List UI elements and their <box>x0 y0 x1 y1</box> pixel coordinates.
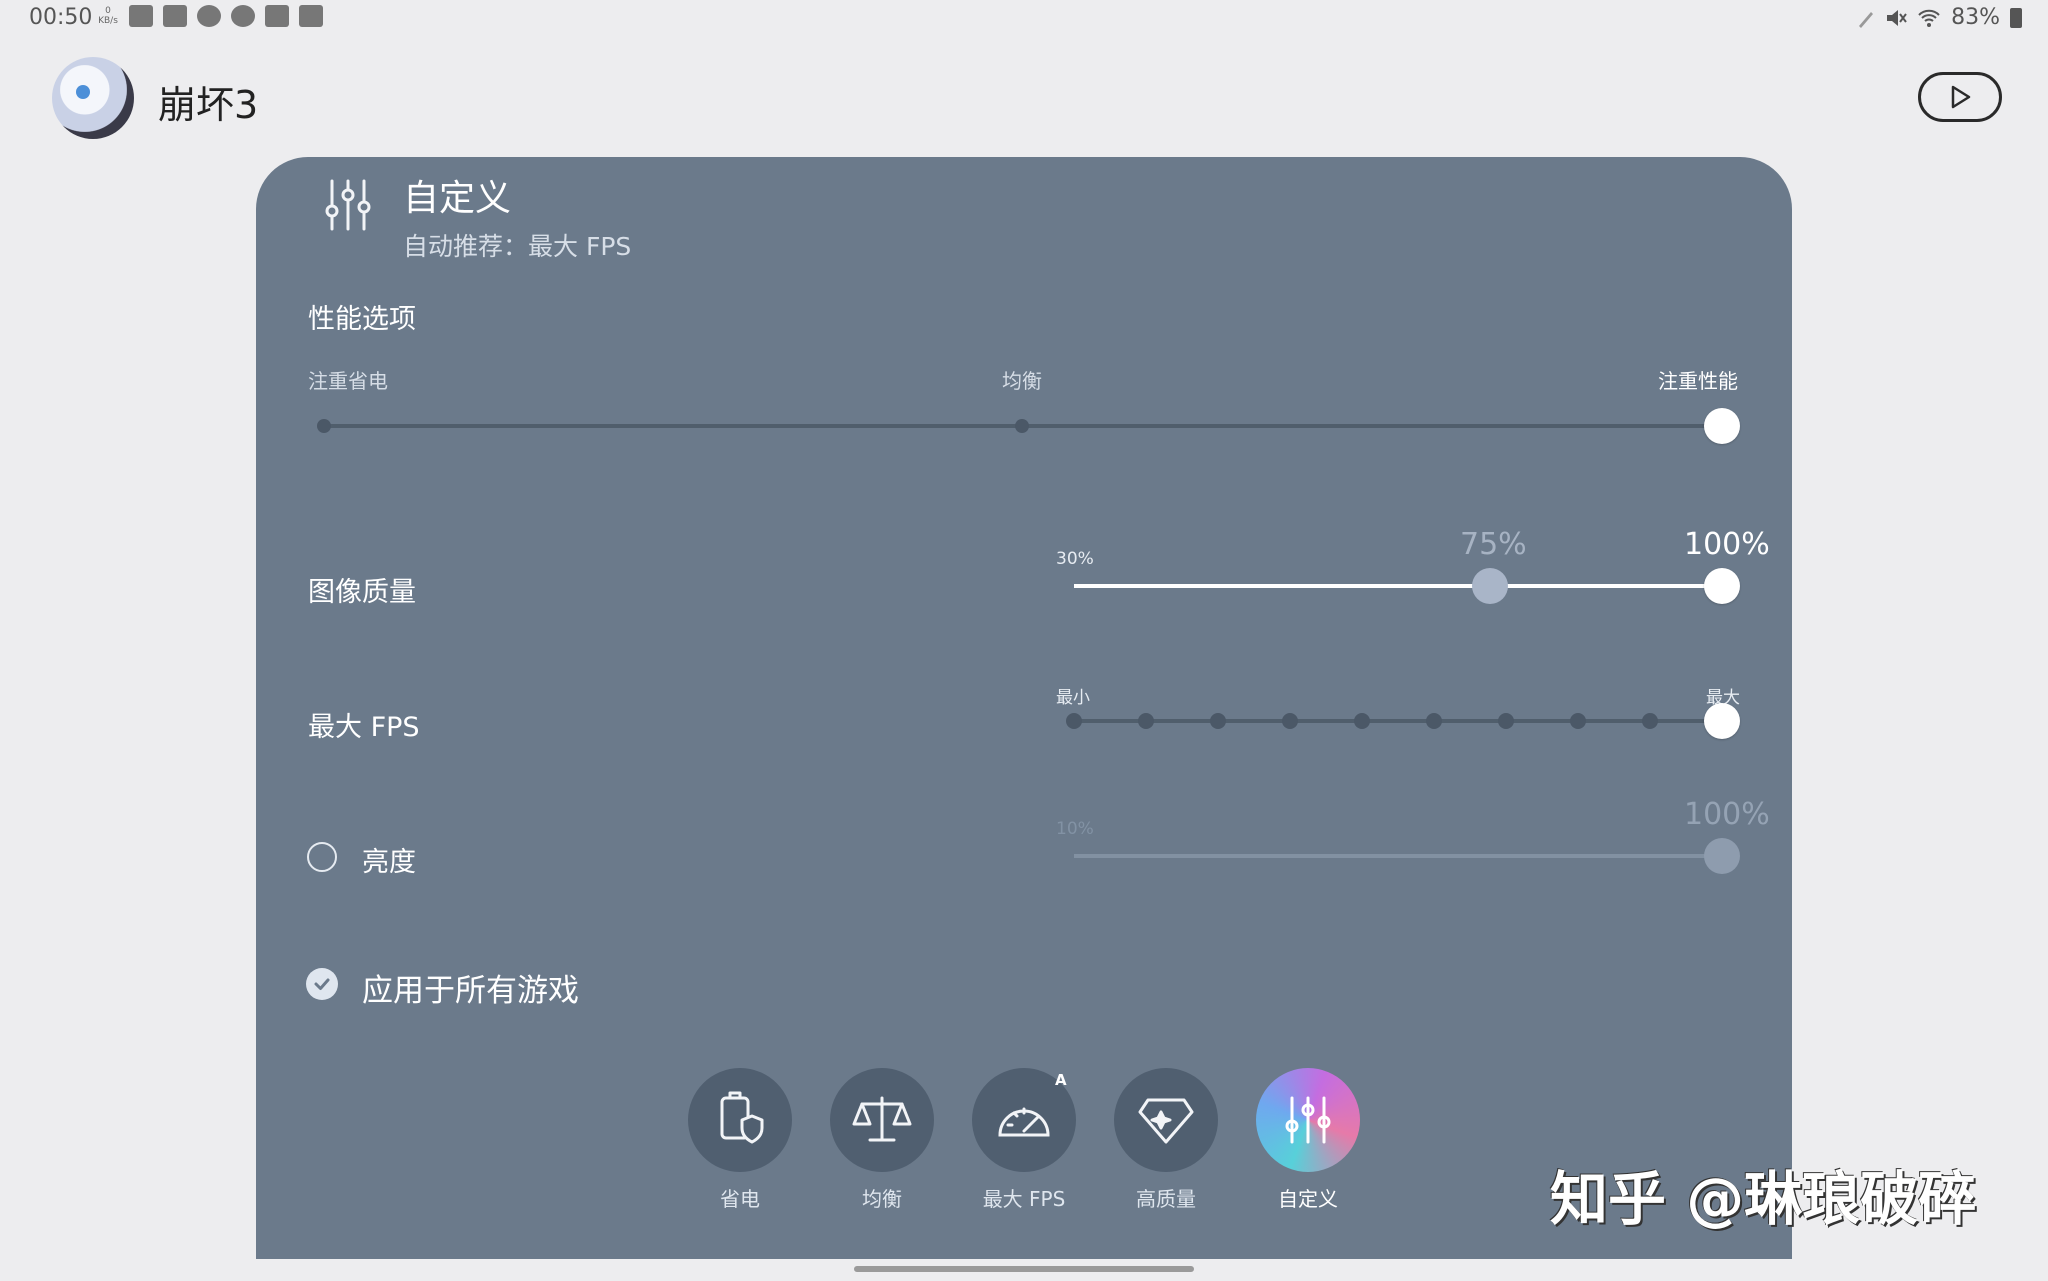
battery-percent: 83% <box>1951 5 2000 30</box>
max-fps-slider-track[interactable] <box>1074 719 1722 723</box>
home-indicator[interactable] <box>854 1266 1194 1272</box>
game-title: 崩坏3 <box>158 83 259 127</box>
globe-icon <box>197 5 221 27</box>
pen-icon <box>1859 11 1874 28</box>
performance-step-balanced[interactable] <box>1015 419 1029 433</box>
watermark: 知乎 @琳琅破碎 <box>1550 1165 1977 1233</box>
max-fps-step[interactable] <box>1066 713 1082 729</box>
brightness-slider-thumb[interactable] <box>1704 838 1740 874</box>
bag-icon <box>299 5 323 27</box>
battery-shield-icon <box>720 1091 764 1144</box>
image-quality-slider-thumb[interactable] <box>1704 568 1740 604</box>
max-fps-step[interactable] <box>1426 713 1442 729</box>
apply-all-label: 应用于所有游戏 <box>362 973 579 1009</box>
battery-icon <box>2010 7 2022 28</box>
mode-label-custom: 自定义 <box>1278 1187 1338 1211</box>
max-fps-step[interactable] <box>1570 713 1586 729</box>
max-fps-slider-thumb[interactable] <box>1704 703 1740 739</box>
max-fps-step[interactable] <box>1138 713 1154 729</box>
brightness-label: 亮度 <box>362 847 416 878</box>
image-quality-recommended-marker <box>1472 568 1508 604</box>
max-fps-step[interactable] <box>1498 713 1514 729</box>
section-title: 性能选项 <box>308 304 416 335</box>
notification-icon <box>163 5 187 27</box>
status-icons-right: 83% <box>1857 5 2022 30</box>
status-icons-left: 0 KB/s <box>97 5 323 27</box>
image-icon <box>265 5 289 27</box>
mode-title: 自定义 <box>403 178 512 219</box>
apply-all-checkbox[interactable] <box>306 968 338 1000</box>
net-speed: 0 KB/s <box>98 6 118 26</box>
auto-badge: A <box>1055 1071 1067 1089</box>
wifi-icon <box>1918 9 1940 27</box>
max-fps-min: 最小 <box>1056 688 1090 708</box>
image-quality-slider-track[interactable] <box>1074 584 1722 588</box>
perf-label-performance: 注重性能 <box>1658 369 1738 393</box>
brightness-value: 100% <box>1684 797 1770 832</box>
speedometer-icon <box>998 1107 1050 1137</box>
image-quality-min: 30% <box>1056 549 1094 569</box>
check-icon <box>314 978 330 990</box>
balance-scale-icon <box>852 1096 912 1142</box>
sliders-icon <box>325 179 371 231</box>
mode-button-power-saving[interactable] <box>688 1068 792 1172</box>
image-quality-value: 100% <box>1684 527 1770 562</box>
max-fps-step[interactable] <box>1642 713 1658 729</box>
brightness-min: 10% <box>1056 819 1094 839</box>
diamond-star-icon <box>1138 1098 1194 1144</box>
performance-step-power[interactable] <box>317 419 331 433</box>
perf-label-balanced: 均衡 <box>1002 369 1042 393</box>
brightness-toggle[interactable] <box>307 842 337 872</box>
mute-icon <box>1887 9 1907 26</box>
status-time: 00:50 <box>29 5 93 30</box>
performance-slider-thumb[interactable] <box>1704 408 1740 444</box>
mode-button-custom[interactable] <box>1256 1068 1360 1172</box>
mode-button-high-quality[interactable] <box>1114 1068 1218 1172</box>
play-icon <box>1951 85 1971 109</box>
image-quality-recommended: 75% <box>1460 527 1527 562</box>
max-fps-label: 最大 FPS <box>308 712 420 743</box>
mode-button-balanced[interactable] <box>830 1068 934 1172</box>
max-fps-step[interactable] <box>1282 713 1298 729</box>
notification-icon <box>129 5 153 27</box>
mode-label-balanced: 均衡 <box>862 1187 902 1211</box>
app-icon <box>231 5 255 27</box>
game-booster-panel: 自定义 自动推荐：最大 FPS 性能选项 注重省电 均衡 注重性能 图像质量 3… <box>256 157 1792 1259</box>
max-fps-step[interactable] <box>1210 713 1226 729</box>
play-button[interactable] <box>1918 72 2002 122</box>
image-quality-label: 图像质量 <box>308 577 416 608</box>
mode-subtitle: 自动推荐：最大 FPS <box>403 232 632 261</box>
brightness-slider-track[interactable] <box>1074 854 1722 858</box>
mode-label-max-fps: 最大 FPS <box>982 1187 1066 1211</box>
mode-label-power-saving: 省电 <box>720 1187 760 1211</box>
mode-label-high-quality: 高质量 <box>1136 1187 1196 1211</box>
sliders-icon <box>1285 1096 1331 1144</box>
game-avatar <box>52 57 134 139</box>
perf-label-power-saving: 注重省电 <box>308 369 388 393</box>
max-fps-step[interactable] <box>1354 713 1370 729</box>
